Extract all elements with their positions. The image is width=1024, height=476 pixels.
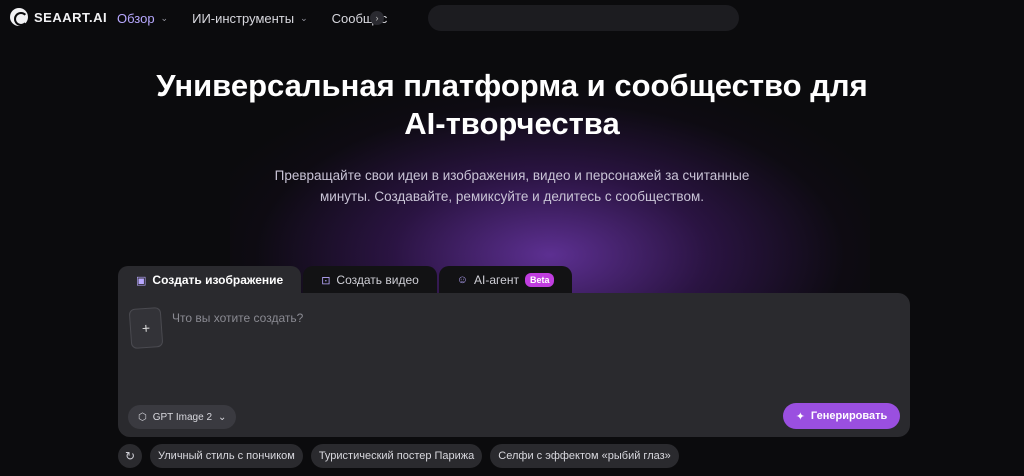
chevron-down-icon: ⌄ [160, 13, 169, 23]
add-reference-button[interactable]: + [128, 306, 164, 350]
tab-ai-agent[interactable]: ☺ AI-агент Beta [438, 266, 573, 294]
hero-title: Универсальная платформа и сообщество для… [0, 67, 1024, 143]
suggestion-chip[interactable]: Селфи с эффектом «рыбий глаз» [490, 444, 679, 468]
chevron-down-icon: ⌄ [300, 13, 308, 23]
model-selector[interactable]: ⬡ GPT Image 2 ⌄ [128, 405, 237, 429]
chevron-right-icon[interactable]: › [370, 11, 384, 25]
refresh-icon[interactable]: ↻ [118, 444, 142, 468]
tab-create-image[interactable]: ▣ Создать изображение [118, 266, 302, 294]
hero-subtitle-line2: минуты. Создавайте, ремиксуйте и делитес… [320, 189, 704, 204]
hero-title-line2: AI-творчества [404, 106, 620, 141]
tab-create-video[interactable]: ⊡ Создать видео [303, 266, 437, 294]
video-icon: ⊡ [321, 274, 331, 287]
sparkle-icon: ✦ [795, 410, 805, 423]
create-tabs: ▣ Создать изображение ⊡ Создать видео ☺ … [118, 266, 574, 294]
generate-button[interactable]: ✦ Генерировать [783, 403, 900, 429]
image-icon: ▣ [136, 274, 147, 287]
nav-item-label: ИИ-инструменты [192, 11, 295, 26]
hero-subtitle-line1: Превращайте свои идеи в изображения, вид… [274, 168, 750, 183]
tab-label: AI-агент [474, 273, 519, 287]
tab-label: Создать видео [336, 273, 419, 287]
tab-label: Создать изображение [152, 273, 284, 287]
nav-item-ai-tools[interactable]: ИИ-инструменты ⌄ [192, 11, 308, 26]
cube-icon: ⬡ [138, 411, 147, 423]
generate-label: Генерировать [810, 410, 888, 422]
nav-item-overview[interactable]: Обзор ⌄ [117, 11, 168, 26]
suggestions-row: ↻ Уличный стиль с пончиком Туристический… [118, 444, 679, 468]
logo-icon [10, 8, 28, 26]
agent-icon: ☺ [456, 274, 469, 286]
chevron-down-icon: ⌄ [218, 411, 227, 423]
search-input[interactable] [428, 5, 739, 31]
prompt-input[interactable] [172, 308, 872, 328]
nav-item-label: Обзор [117, 11, 155, 26]
beta-badge: Beta [524, 273, 555, 287]
suggestion-chip[interactable]: Уличный стиль с пончиком [150, 444, 303, 468]
hero-title-line1: Универсальная платформа и сообщество для [156, 68, 868, 103]
hero-subtitle: Превращайте свои идеи в изображения, вид… [262, 165, 762, 207]
top-header: SEAART.AI Обзор ⌄ ИИ-инструменты ⌄ Сообщ… [0, 0, 1024, 36]
logo-text: SEAART.AI [34, 9, 108, 25]
suggestion-chip[interactable]: Туристический постер Парижа [310, 444, 483, 468]
logo[interactable]: SEAART.AI [10, 8, 107, 26]
main-nav: Обзор ⌄ ИИ-инструменты ⌄ Сообщес [117, 11, 387, 26]
model-label: GPT Image 2 [152, 411, 213, 423]
prompt-panel: + ⬡ GPT Image 2 ⌄ ✦ Генерировать [118, 293, 910, 437]
